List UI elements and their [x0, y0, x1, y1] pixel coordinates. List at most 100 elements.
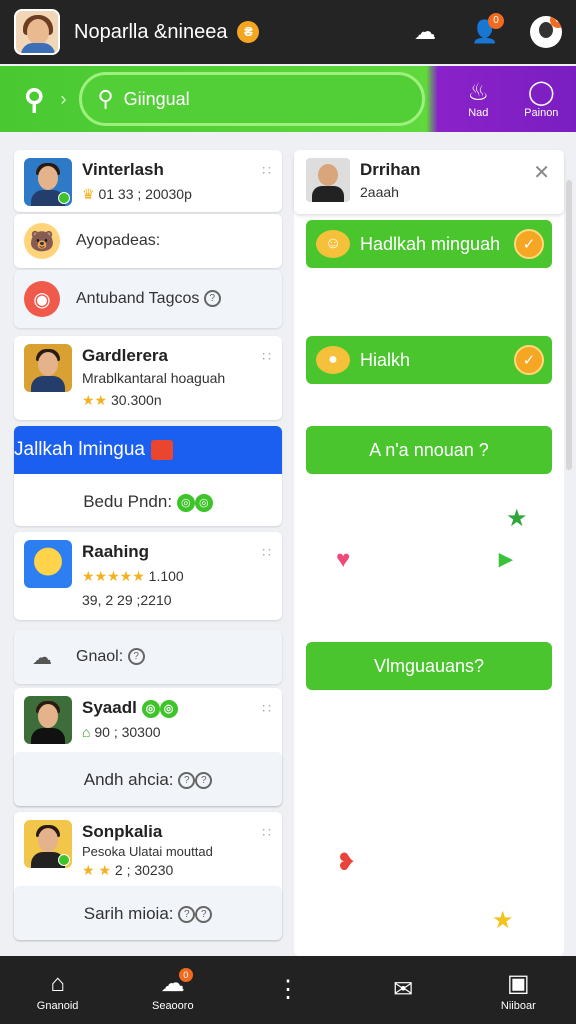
star-icon: ★: [492, 907, 514, 934]
nav-label: Gnanoid: [36, 1000, 79, 1012]
notification-badge: 0: [488, 13, 504, 29]
chevron-right-icon: ›: [60, 88, 67, 109]
user-avatar[interactable]: [14, 9, 60, 55]
nav-more[interactable]: ⋮: [248, 974, 328, 1006]
reply-label: Vlmguauans?: [373, 655, 485, 676]
row-label: Gnaol: ?: [76, 648, 145, 666]
reply-button-hialkh[interactable]: ● Hialkh ✓: [306, 336, 552, 384]
drag-handle-icon[interactable]: ∷: [262, 700, 272, 717]
heart-icon: ❥: [336, 849, 357, 876]
search-input[interactable]: ⚲ Giingual: [78, 72, 425, 126]
contact-stats: ★ ★ 2 ; 30230: [82, 862, 174, 878]
app-title: Noparlla &nineea: [74, 20, 228, 43]
group-icon: ☁ 0: [133, 968, 213, 1000]
circle-icon: ◯: [527, 79, 555, 106]
stats-text: 01 33 ; 20030p: [98, 186, 192, 202]
nav-profile[interactable]: ▣ Niiboar: [478, 968, 558, 1012]
contact-stats: ♛ 01 33 ; 20030p: [82, 186, 192, 202]
list-row-tagcos[interactable]: ◉ Antuband Tagcos ?: [14, 270, 282, 328]
search-bar: ⚲ › ⚲ Giingual ♨ Nad ◯ Painon: [0, 66, 576, 132]
contact-sub-row[interactable]: Sarih mioia: ??: [14, 886, 282, 940]
sub-row-label: Sarih mioia: ??: [14, 904, 282, 924]
reply-button-vlmguauans[interactable]: Vlmguauans?: [306, 642, 552, 690]
chat-header: Drrihan 2aaah ✕: [294, 150, 564, 214]
contact-photo: [24, 696, 72, 744]
group-subtitle: Bedu Pndn: ◎ ◎: [14, 492, 282, 512]
reply-button-question[interactable]: A n'a nnouan ?: [306, 426, 552, 474]
drag-handle-icon[interactable]: ∷: [262, 824, 272, 841]
search-icon: ⚲: [97, 86, 114, 111]
star-icon: ★: [506, 505, 528, 532]
contact-rating: ★★ 30.300n: [82, 392, 162, 408]
arrow-icon: ►: [494, 546, 518, 573]
home-icon: ⌂: [50, 970, 65, 997]
row-label: Antuband Tagcos ?: [76, 290, 221, 308]
nad-button[interactable]: ♨ Nad: [468, 79, 490, 119]
chat-contact-photo: [306, 158, 350, 202]
contact-name: Syaadl ◎ ◎: [82, 698, 178, 718]
contact-card-raahing[interactable]: Raahing ★★★★★ 1.100 39, 2 29 ;2210 ∷: [14, 532, 282, 620]
group-header: Jallkah lmingua: [14, 426, 282, 474]
group-icon[interactable]: ☁: [410, 17, 440, 47]
contact-name: Sonpkalia: [82, 822, 163, 841]
chat-panel: Drrihan 2aaah ✕ ☺ Hadlkah minguah ✓ ● Hi…: [294, 150, 564, 956]
coin-icon: ●: [316, 346, 350, 374]
contact-subtitle: Mrablkantaral hoaguah: [82, 370, 226, 386]
nad-label: Nad: [468, 107, 489, 119]
top-bar: Noparlla &nineea ₴ ☁ 👤 0 0: [0, 0, 576, 64]
nav-mail[interactable]: ✉: [363, 974, 443, 1006]
rating-stars: ★★★★★ 1.100: [82, 568, 184, 584]
nav-badge: 0: [178, 968, 193, 982]
group-card-jallkah[interactable]: Jallkah lmingua Bedu Pndn: ◎ ◎: [14, 426, 282, 526]
contact-name: Vinterlash: [82, 160, 164, 179]
check-icon: ✓: [514, 229, 544, 259]
check-icon: ✓: [514, 345, 544, 375]
contact-photo: [24, 820, 72, 868]
search-icon[interactable]: ⚲: [24, 83, 45, 116]
mascot-icon: ☺: [316, 230, 350, 258]
close-icon[interactable]: ✕: [533, 160, 550, 185]
bottom-nav: ⌂ Gnanoid ☁ 0 Seaooro ⋮ ✉ ▣ Niiboar: [0, 956, 576, 1024]
contact-card-syaadl[interactable]: Syaadl ◎ ◎ ⌂ 90 ; 30300 ∷ Andh ahcia: ??: [14, 688, 282, 806]
alarm-icon: ◉: [24, 281, 60, 317]
nav-label: Seaooro: [151, 1000, 194, 1012]
contact-sub-row[interactable]: Andh ahcia: ??: [14, 752, 282, 806]
nav-label: Niiboar: [500, 1000, 536, 1012]
reply-button-hadlkah[interactable]: ☺ Hadlkah minguah ✓: [306, 220, 552, 268]
drag-handle-icon[interactable]: ∷: [262, 544, 272, 561]
contact-card-gardlerera[interactable]: Gardlerera Mrablkantaral hoaguah ★★ 30.3…: [14, 336, 282, 420]
contact-stats: ⌂ 90 ; 30300: [82, 724, 161, 740]
list-row-ayopadeas[interactable]: 🐻 Ayopadeas:: [14, 214, 282, 268]
heart-icon: ♥: [336, 546, 351, 573]
mail-icon: ✉: [393, 976, 414, 1003]
contact-card-sonpkalia[interactable]: Sonpkalia Pesoka Ulatai mouttad ★ ★ 2 ; …: [14, 812, 282, 940]
group-title: Jallkah lmingua: [14, 439, 145, 460]
list-row-gnaol[interactable]: ☁ Gnaol: ?: [14, 630, 282, 684]
reply-label: Hialkh: [360, 349, 411, 370]
row-label: Ayopadeas:: [76, 232, 161, 249]
search-value: Giingual: [123, 88, 190, 109]
contact-subtitle: Pesoka Ulatai mouttad: [82, 844, 213, 859]
bear-icon: 🐻: [24, 223, 60, 259]
flame-icon: ♨: [467, 79, 490, 106]
contact-subtitle: 39, 2 29 ;2210: [82, 592, 172, 608]
contact-photo: [24, 158, 72, 206]
cloud-icon: ☁: [32, 646, 52, 669]
chat-contact-name: Drrihan: [360, 160, 421, 179]
contact-card-vinterlash[interactable]: Vinterlash ♛ 01 33 ; 20030p ∷: [14, 150, 282, 212]
notification-user-icon[interactable]: 👤 0: [470, 13, 504, 47]
drag-handle-icon[interactable]: ∷: [262, 348, 272, 365]
info-icon: ?: [203, 290, 221, 308]
painon-button[interactable]: ◯ Painon: [524, 79, 558, 119]
chat-contact-subtitle: 2aaah: [360, 184, 399, 200]
drag-handle-icon[interactable]: ∷: [262, 162, 272, 179]
painon-label: Painon: [524, 107, 559, 119]
gamepad-icon: ▣: [507, 970, 530, 997]
flag-icon: [150, 440, 173, 460]
profile-avatar-icon[interactable]: 0: [530, 16, 562, 48]
game-icon: [24, 540, 72, 588]
scrollbar[interactable]: [566, 180, 572, 470]
nav-home[interactable]: ⌂ Gnanoid: [18, 968, 98, 1012]
reply-label: A n'a nnouan ?: [369, 439, 489, 460]
nav-search[interactable]: ☁ 0 Seaooro: [133, 968, 213, 1012]
